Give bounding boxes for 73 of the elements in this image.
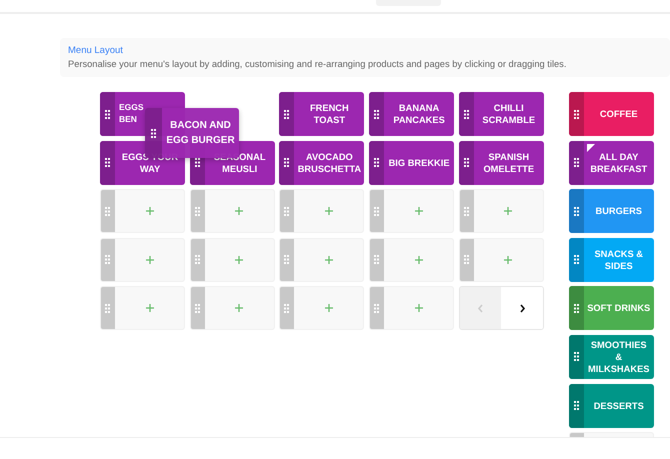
empty-tile[interactable]	[100, 238, 185, 282]
drag-handle-icon[interactable]	[574, 158, 579, 168]
drag-handle-icon[interactable]	[194, 304, 200, 313]
corner-marker-icon	[586, 144, 595, 152]
drag-handle-icon[interactable]	[105, 304, 110, 313]
panel-title: Menu Layout	[68, 44, 124, 57]
plus-icon[interactable]	[235, 207, 244, 216]
drag-handle-icon[interactable]	[574, 352, 579, 362]
empty-tile[interactable]	[369, 238, 454, 282]
product-tile[interactable]: BANANA PANCAKES	[369, 92, 454, 136]
empty-tile[interactable]	[100, 189, 185, 234]
drag-handle-icon[interactable]	[574, 206, 579, 216]
empty-tile[interactable]	[458, 189, 544, 234]
drag-handle-icon[interactable]	[574, 255, 579, 264]
empty-tile[interactable]	[190, 238, 275, 282]
drag-handle-icon[interactable]	[105, 158, 110, 168]
empty-tile[interactable]	[279, 286, 364, 330]
drag-handle-icon[interactable]	[284, 158, 290, 168]
drag-handle-icon[interactable]	[374, 158, 380, 168]
empty-tile[interactable]	[279, 238, 364, 282]
product-tile[interactable]: SPANISH OMELETTE	[458, 140, 544, 185]
product-tile[interactable]: FRENCH TOAST	[279, 92, 364, 136]
plus-icon[interactable]	[414, 207, 423, 216]
drag-handle-icon[interactable]	[374, 206, 380, 216]
drag-handle-icon[interactable]	[374, 304, 380, 313]
empty-tile[interactable]	[458, 238, 544, 282]
drag-handle-icon[interactable]	[464, 110, 469, 118]
drag-handle-icon[interactable]	[574, 304, 579, 313]
plus-icon[interactable]	[146, 256, 154, 264]
drag-handle-icon[interactable]	[105, 206, 110, 216]
drag-handle-icon[interactable]	[151, 128, 156, 138]
page-tile[interactable]: DESSERTS	[568, 384, 654, 428]
page-tile[interactable]: SMOOTHIES & MILKSHAKES	[568, 334, 654, 379]
drag-handle-icon[interactable]	[194, 206, 200, 216]
drag-handle-icon[interactable]	[105, 255, 110, 264]
plus-icon[interactable]	[146, 304, 154, 312]
drag-handle-icon[interactable]	[194, 158, 200, 168]
drag-handle-icon[interactable]	[105, 110, 110, 118]
drag-handle-icon[interactable]	[284, 110, 290, 118]
empty-tile[interactable]	[369, 189, 454, 234]
empty-tile[interactable]	[190, 189, 275, 234]
drag-handle-icon[interactable]	[464, 255, 469, 264]
page-tile[interactable]: COFFEE	[568, 92, 654, 136]
drag-handle-icon[interactable]	[284, 304, 290, 313]
empty-tile[interactable]	[279, 189, 364, 234]
plus-icon[interactable]	[414, 256, 423, 264]
plus-icon[interactable]	[504, 207, 512, 216]
plus-icon[interactable]	[324, 207, 333, 216]
drag-handle-icon[interactable]	[464, 206, 469, 216]
chevron-right-icon[interactable]	[518, 304, 526, 313]
drag-handle-icon[interactable]	[284, 206, 290, 216]
plus-icon[interactable]	[414, 304, 423, 312]
plus-icon[interactable]	[146, 207, 154, 216]
empty-tile[interactable]	[369, 286, 454, 330]
product-tile[interactable]: AVOCADO BRUSCHETTA	[279, 140, 364, 185]
drag-handle-icon[interactable]	[194, 255, 200, 264]
plus-icon[interactable]	[235, 304, 244, 312]
plus-icon[interactable]	[235, 256, 244, 264]
page-tile[interactable]: ALL DAY BREAKFAST	[568, 140, 654, 185]
drag-handle-icon[interactable]	[464, 158, 469, 168]
drag-handle-icon[interactable]	[574, 110, 579, 118]
drag-handle-icon[interactable]	[284, 255, 290, 264]
empty-tile[interactable]	[190, 286, 275, 330]
drag-handle-icon[interactable]	[374, 255, 380, 264]
empty-tile[interactable]	[100, 286, 185, 330]
plus-icon[interactable]	[324, 304, 333, 312]
plus-icon[interactable]	[504, 256, 512, 264]
product-tile[interactable]: CHILLI SCRAMBLE	[458, 92, 544, 136]
plus-icon[interactable]	[324, 256, 333, 264]
drag-handle-icon[interactable]	[374, 110, 380, 118]
drag-handle-icon[interactable]	[574, 401, 579, 410]
panel-description: Personalise your menu's layout by adding, customising and re-arranging products and pages by clicking or dragging tiles.	[68, 58, 568, 71]
product-tile[interactable]: BIG BREKKIE	[369, 140, 454, 185]
